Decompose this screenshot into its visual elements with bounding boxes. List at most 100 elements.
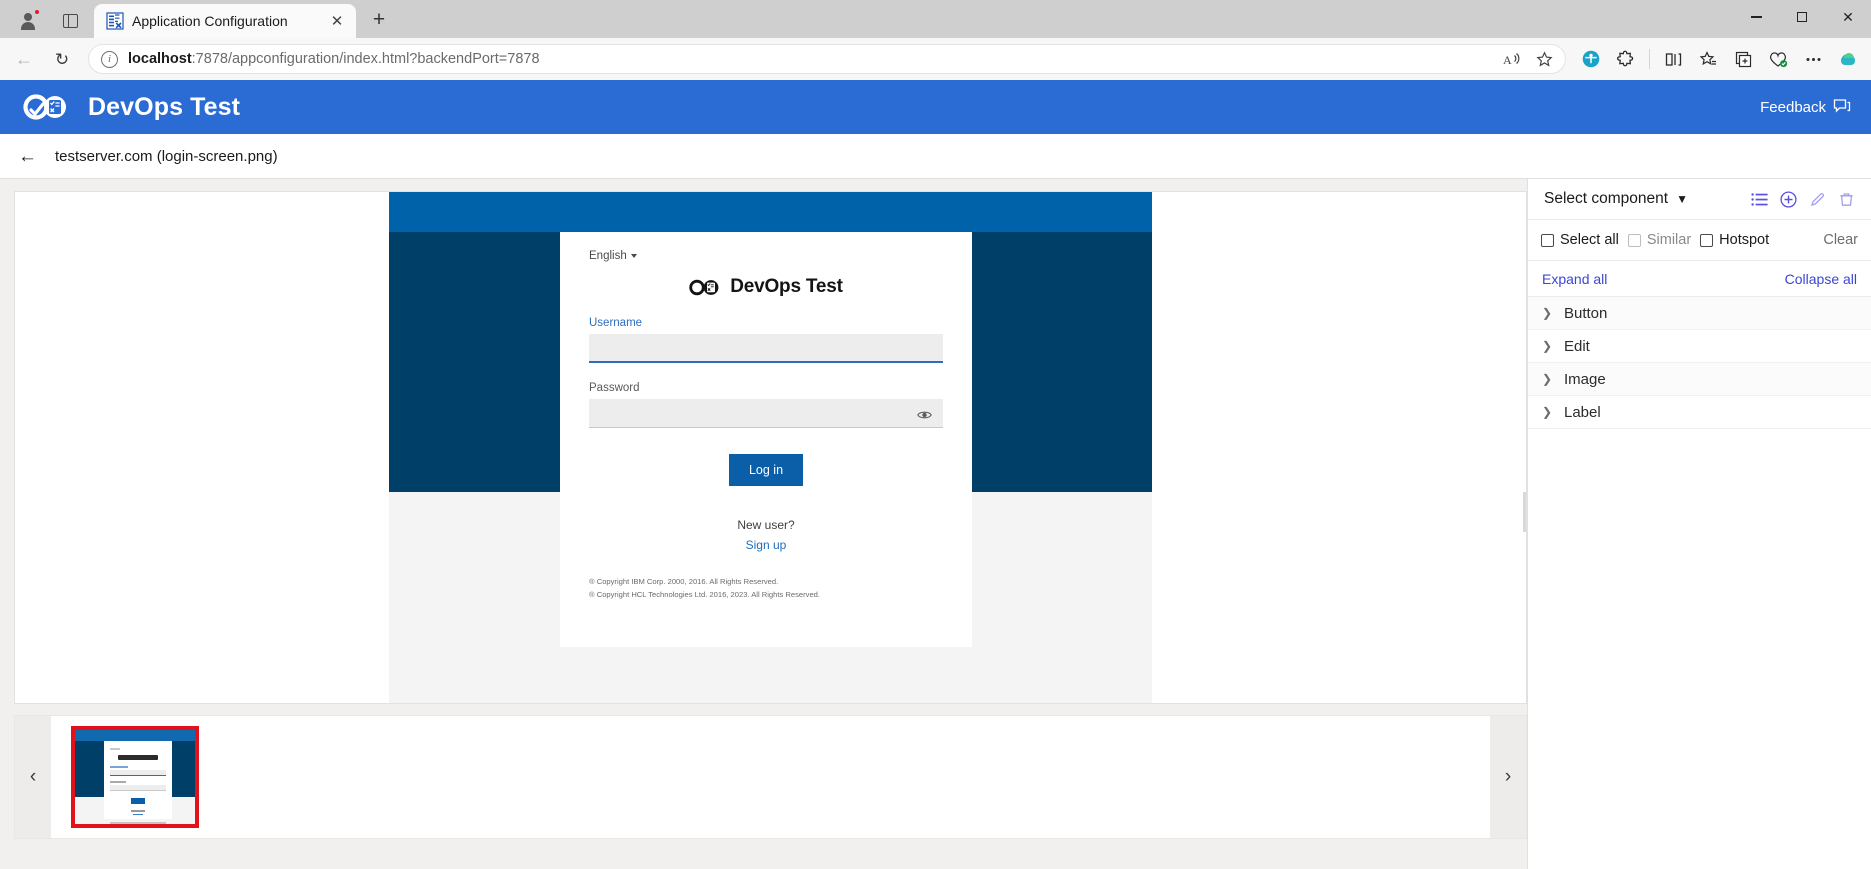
close-icon[interactable]: ✕ <box>326 10 348 32</box>
tree-item-label: Image <box>1564 370 1606 388</box>
profile-notification-dot <box>34 9 40 15</box>
copyright-line-1: ® Copyright IBM Corp. 2000, 2016. All Ri… <box>589 577 779 586</box>
language-selector[interactable]: English <box>589 250 943 262</box>
chevron-right-icon[interactable]: ❯ <box>1542 339 1552 353</box>
chevron-down-icon: ▼ <box>1676 192 1688 206</box>
brand-text: DevOps Test <box>730 276 843 297</box>
page-title: DevOps Test <box>88 92 241 121</box>
component-panel-toolbar: Select component ▼ <box>1528 179 1871 220</box>
reload-icon: ↻ <box>54 49 70 69</box>
component-tree: ❯ Button ❯ Edit ❯ Image ❯ Label <box>1528 297 1871 429</box>
username-label: Username <box>589 317 643 329</box>
select-all-label: Select all <box>1560 232 1619 248</box>
tree-item-label: Button <box>1564 304 1608 322</box>
filmstrip-next-button[interactable]: › <box>1490 716 1526 838</box>
feedback-bubble-icon <box>1833 99 1851 115</box>
select-all-checkbox[interactable]: Select all <box>1541 232 1619 248</box>
reload-button[interactable]: ↻ <box>44 43 80 75</box>
browser-essentials-icon[interactable] <box>1574 43 1608 75</box>
chevron-right-icon[interactable]: ❯ <box>1542 306 1552 320</box>
login-screen-thumbnail[interactable] <box>71 726 199 828</box>
copilot-icon[interactable] <box>1831 43 1865 75</box>
component-toolbar-icons <box>1751 190 1855 208</box>
info-icon[interactable]: i <box>101 50 118 68</box>
titlebar-left-controls <box>6 0 88 38</box>
chevron-down-icon <box>630 254 637 258</box>
favorites-icon[interactable] <box>1691 43 1725 75</box>
collapse-all-link[interactable]: Collapse all <box>1785 271 1857 287</box>
tree-item-label[interactable]: ❯ Label <box>1528 396 1871 429</box>
tab-search-icon[interactable] <box>52 6 88 36</box>
select-component-label: Select component <box>1544 190 1669 207</box>
component-panel: Select component ▼ Select all Similar Ho… <box>1527 179 1871 869</box>
close-window-button[interactable]: ✕ <box>1825 0 1871 34</box>
new-tab-button[interactable]: + <box>364 5 394 35</box>
back-arrow-icon[interactable]: ← <box>18 147 37 166</box>
edit-pencil-icon[interactable] <box>1809 191 1826 208</box>
language-label: English <box>589 250 627 262</box>
tree-item-image[interactable]: ❯ Image <box>1528 363 1871 396</box>
url-text: localhost:7878/appconfiguration/index.ht… <box>128 51 1497 67</box>
checkbox-box <box>1541 233 1554 247</box>
expand-all-link[interactable]: Expand all <box>1542 271 1607 287</box>
omnibox-actions: A <box>1497 46 1561 72</box>
chevron-right-icon[interactable]: ❯ <box>1542 405 1552 419</box>
chevron-right-icon[interactable]: ❯ <box>1542 372 1552 386</box>
copyright-line-2: ® Copyright HCL Technologies Ltd. 2016, … <box>589 589 821 599</box>
read-aloud-icon[interactable]: A <box>1497 46 1527 72</box>
login-card: English DevOps Test Username Password Lo… <box>560 232 972 647</box>
collections-icon[interactable] <box>1726 43 1760 75</box>
add-circle-icon[interactable] <box>1780 190 1797 208</box>
tree-item-label: Edit <box>1564 337 1590 355</box>
window-controls: ✕ <box>1733 0 1871 34</box>
split-screen-icon[interactable] <box>1656 43 1690 75</box>
extensions-puzzle-icon[interactable] <box>1609 43 1643 75</box>
toolbar-divider <box>1649 49 1650 69</box>
login-screen-preview: English DevOps Test Username Password Lo… <box>389 192 1152 703</box>
workspace: English DevOps Test Username Password Lo… <box>0 179 1871 869</box>
tree-item-label: Label <box>1564 403 1601 421</box>
feedback-button[interactable]: Feedback <box>1760 99 1851 116</box>
login-button[interactable]: Log in <box>728 454 804 486</box>
copyright-block: ® Copyright IBM Corp. 2000, 2016. All Ri… <box>589 576 943 601</box>
breadcrumb-text: testserver.com (login-screen.png) <box>55 147 278 165</box>
filmstrip-prev-button[interactable]: ‹ <box>15 716 51 838</box>
back-button[interactable]: ← <box>6 43 42 75</box>
tree-item-edit[interactable]: ❯ Edit <box>1528 330 1871 363</box>
checkbox-box <box>1700 233 1714 247</box>
browser-tab[interactable]: Application Configuration ✕ <box>94 4 356 38</box>
browser-titlebar: Application Configuration ✕ + ✕ <box>0 0 1871 38</box>
similar-label: Similar <box>1646 232 1692 248</box>
favorite-star-icon[interactable] <box>1529 46 1559 72</box>
browser-navbar: ← ↻ i localhost:7878/appconfiguration/in… <box>0 38 1871 80</box>
screenshot-canvas[interactable]: English DevOps Test Username Password Lo… <box>14 191 1527 704</box>
checkbox-box <box>1627 233 1641 247</box>
app-header: DevOps Test Feedback <box>0 80 1871 134</box>
select-component-dropdown[interactable]: Select component ▼ <box>1544 190 1688 208</box>
extensions-toolbar <box>1568 43 1865 75</box>
password-input[interactable] <box>589 399 943 428</box>
minimize-button[interactable] <box>1733 0 1779 34</box>
url-path: :7878/appconfiguration/index.html?backen… <box>191 51 540 67</box>
avatar <box>20 13 36 30</box>
address-bar[interactable]: i localhost:7878/appconfiguration/index.… <box>88 44 1566 74</box>
clear-button[interactable]: Clear <box>1823 232 1858 248</box>
svg-text:A: A <box>1503 53 1512 67</box>
thumbnail-filmstrip: ‹ › <box>14 715 1527 839</box>
list-view-icon[interactable] <box>1751 191 1768 208</box>
devops-test-logo <box>22 90 74 124</box>
eye-icon[interactable] <box>917 408 932 419</box>
settings-more-icon[interactable] <box>1796 43 1830 75</box>
person-icon[interactable] <box>6 6 50 36</box>
similar-checkbox[interactable]: Similar <box>1627 232 1692 248</box>
app-config-favicon <box>106 12 124 30</box>
tree-item-button[interactable]: ❯ Button <box>1528 297 1871 330</box>
devops-test-logo <box>689 277 721 298</box>
signup-link[interactable]: Sign up <box>589 538 943 552</box>
hotspot-checkbox[interactable]: Hotspot <box>1700 232 1769 248</box>
browser-health-icon[interactable] <box>1761 43 1795 75</box>
maximize-button[interactable] <box>1779 0 1825 34</box>
tab-title: Application Configuration <box>132 13 288 29</box>
delete-trash-icon[interactable] <box>1838 191 1855 208</box>
username-input[interactable] <box>589 334 943 363</box>
